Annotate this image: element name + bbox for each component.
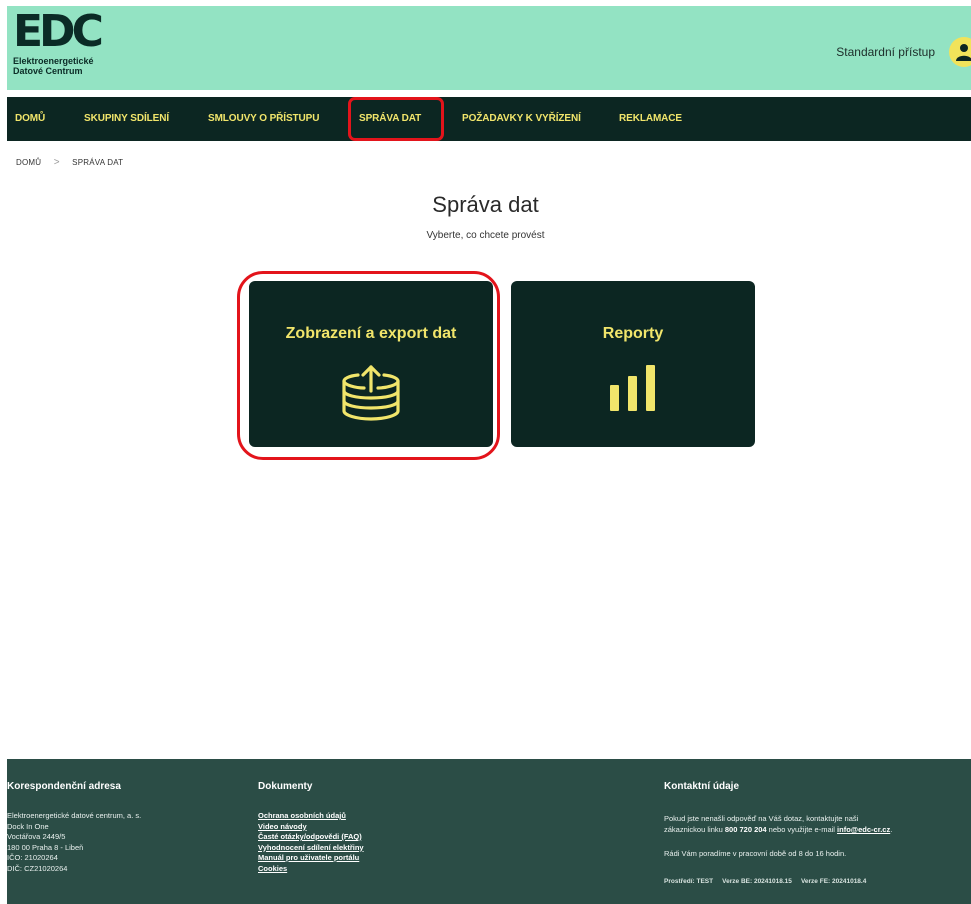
- footer-address: Elektroenergetické datové centrum, a. s.…: [7, 811, 141, 874]
- logo-mark: EDC: [13, 6, 104, 57]
- nav-item-domu[interactable]: DOMŮ: [15, 97, 45, 141]
- address-line: 180 00 Praha 8 - Libeň: [7, 842, 84, 852]
- footer-documents-heading: Dokumenty: [258, 781, 313, 792]
- frontend-version: Verze FE: 20241018.4: [800, 878, 867, 885]
- user-icon: [956, 44, 971, 61]
- footer-link-cookies[interactable]: Cookies: [258, 864, 364, 875]
- footer-documents: Ochrana osobních údajů Video návody Čast…: [258, 811, 364, 874]
- backend-version: Verze BE: 20241018.15: [722, 878, 792, 885]
- main-navigation: DOMŮ SKUPINY SDÍLENÍ SMLOUVY O PŘÍSTUPU …: [7, 97, 971, 141]
- footer-address-heading: Korespondenční adresa: [7, 781, 121, 792]
- nav-item-smlouvy-o-pristupu[interactable]: SMLOUVY O PŘÍSTUPU: [208, 97, 319, 141]
- footer-link-faq[interactable]: Časté otázky/odpovědi (FAQ): [258, 832, 364, 843]
- edc-logo[interactable]: EDC Elektroenergetické Datové Centrum: [13, 6, 153, 84]
- card-data-export[interactable]: Zobrazení a export dat: [249, 281, 493, 447]
- contact-hours: Rádi Vám poradíme v pracovní době od 8 d…: [664, 849, 847, 858]
- address-line: Voctářova 2449/5: [7, 832, 66, 841]
- app-header: EDC Elektroenergetické Datové Centrum St…: [7, 6, 971, 90]
- nav-item-skupiny-sdileni[interactable]: SKUPINY SDÍLENÍ: [84, 97, 169, 141]
- nav-item-reklamace[interactable]: REKLAMACE: [619, 97, 682, 141]
- address-line: Elektroenergetické datové centrum, a. s.: [7, 811, 142, 820]
- page-subtitle: Vyberte, co chcete provést: [426, 230, 545, 241]
- logo-line-2: Datové Centrum: [13, 66, 83, 76]
- footer-contact-text: Pokud jste nenašli odpověď na Váš dotaz,…: [664, 813, 892, 835]
- card-reports-label: Reporty: [602, 325, 664, 342]
- footer-link-user-manual[interactable]: Manuál pro uživatele portálu: [258, 853, 364, 864]
- logo-line-1: Elektroenergetické: [13, 56, 94, 66]
- address-line: Dock In One: [7, 821, 49, 831]
- active-nav-highlight: [348, 97, 444, 141]
- address-line: IČO: 21020264: [7, 853, 58, 862]
- card-reports[interactable]: Reporty: [511, 281, 755, 447]
- database-export-icon: [342, 365, 400, 421]
- bar-chart-icon: [610, 365, 655, 411]
- contact-text-post: .: [890, 825, 893, 834]
- contact-text-pre: zákaznickou linku: [664, 825, 725, 834]
- contact-email-link[interactable]: info@edc-cr.cz: [837, 825, 890, 834]
- nav-item-pozadavky-k-vyrizeni[interactable]: POŽADAVKY K VYŘÍZENÍ: [462, 97, 581, 141]
- contact-line-1: Pokud jste nenašli odpověď na Váš dotaz,…: [664, 814, 859, 823]
- footer-link-sharing-evaluation[interactable]: Vyhodnocení sdílení elektřiny: [258, 843, 364, 854]
- user-avatar[interactable]: [949, 37, 971, 67]
- page-title: Správa dat: [432, 192, 539, 217]
- footer-link-video-guides[interactable]: Video návody: [258, 822, 364, 833]
- contact-line-2: zákaznickou linku 800 720 204 nebo využi…: [664, 824, 892, 835]
- address-line: DIČ: CZ21020264: [7, 863, 68, 873]
- page-footer: Korespondenční adresa Elektroenergetické…: [7, 759, 971, 904]
- environment-info: Prostředí: TEST Verze BE: 20241018.15 Ve…: [664, 878, 866, 885]
- breadcrumb-separator-icon: >: [53, 157, 60, 168]
- breadcrumb-home[interactable]: DOMŮ: [16, 158, 41, 167]
- card-data-export-label: Zobrazení a export dat: [285, 325, 457, 342]
- footer-link-privacy[interactable]: Ochrana osobních údajů: [258, 811, 364, 822]
- access-level-label[interactable]: Standardní přístup: [836, 45, 935, 59]
- breadcrumb-current: SPRÁVA DAT: [72, 158, 124, 167]
- environment-label: Prostředí: TEST: [664, 878, 714, 885]
- contact-text-mid: nebo využijte e-mail: [766, 825, 838, 834]
- breadcrumb: DOMŮ > SPRÁVA DAT: [16, 157, 123, 168]
- contact-phone[interactable]: 800 720 204: [725, 825, 767, 834]
- footer-contact-heading: Kontaktní údaje: [664, 781, 740, 792]
